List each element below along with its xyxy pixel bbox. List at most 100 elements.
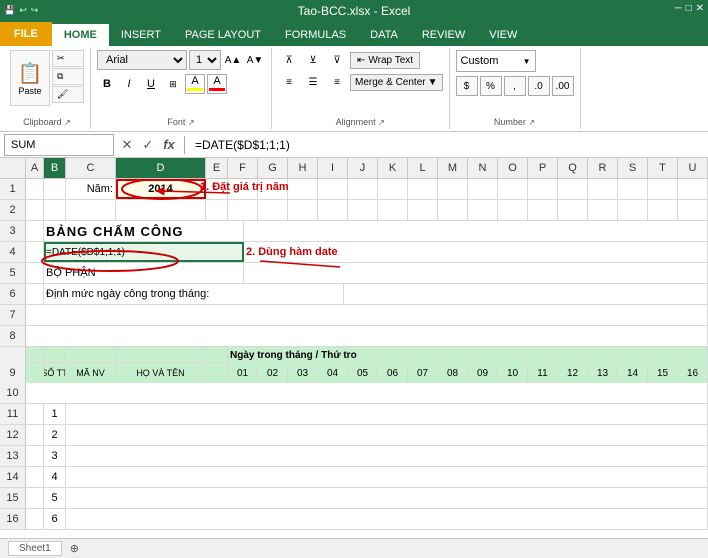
cell-R2[interactable] xyxy=(588,200,618,220)
font-expand-icon[interactable]: ↗ xyxy=(188,118,195,127)
cell-A13[interactable] xyxy=(26,446,44,466)
cell-M1[interactable] xyxy=(438,179,468,199)
col-header-E[interactable]: E xyxy=(206,158,228,178)
copy-button[interactable]: ⧉ xyxy=(52,68,84,85)
cell-P9[interactable]: 11 xyxy=(528,363,558,383)
cell-O9[interactable]: 10 xyxy=(498,363,528,383)
col-header-H[interactable]: H xyxy=(288,158,318,178)
col-header-N[interactable]: N xyxy=(468,158,498,178)
bold-button[interactable]: B xyxy=(97,74,117,94)
number-expand-icon[interactable]: ↗ xyxy=(528,118,535,127)
cell-N1[interactable] xyxy=(468,179,498,199)
cell-L9[interactable]: 07 xyxy=(408,363,438,383)
cell-O1[interactable] xyxy=(498,179,528,199)
col-header-C[interactable]: C xyxy=(66,158,116,178)
cell-U1[interactable] xyxy=(678,179,708,199)
col-header-D[interactable]: D xyxy=(116,158,206,178)
alignment-expand-icon[interactable]: ↗ xyxy=(378,118,385,127)
col-header-S[interactable]: S xyxy=(618,158,648,178)
increase-font-btn[interactable]: A▲ xyxy=(223,50,243,70)
tab-review[interactable]: REVIEW xyxy=(410,24,477,46)
font-name-select[interactable]: Arial xyxy=(97,50,187,70)
close-btn[interactable]: ✕ xyxy=(696,2,704,16)
cell-R9[interactable]: 13 xyxy=(588,363,618,383)
cell-G2[interactable] xyxy=(258,200,288,220)
cell-A11[interactable] xyxy=(26,404,44,424)
cell-M9[interactable]: 08 xyxy=(438,363,468,383)
cell-L2[interactable] xyxy=(408,200,438,220)
fx-button[interactable]: fx xyxy=(160,137,178,152)
cell-B15[interactable]: 5 xyxy=(44,488,66,508)
cell-I9[interactable]: 04 xyxy=(318,363,348,383)
underline-button[interactable]: U xyxy=(141,74,161,94)
number-format-box[interactable]: Custom ▼ xyxy=(456,50,536,72)
cell-B3[interactable]: BẢNG CHẤM CÔNG xyxy=(44,221,244,241)
col-header-K[interactable]: K xyxy=(378,158,408,178)
cell-N2[interactable] xyxy=(468,200,498,220)
cell-B12[interactable]: 2 xyxy=(44,425,66,445)
cut-button[interactable]: ✂ xyxy=(52,50,84,67)
cell-D1[interactable]: 2014 xyxy=(116,179,206,199)
tab-insert[interactable]: INSERT xyxy=(109,24,173,46)
cell-J2[interactable] xyxy=(348,200,378,220)
cell-J1[interactable] xyxy=(348,179,378,199)
col-header-A[interactable]: A xyxy=(26,158,44,178)
formula-input[interactable] xyxy=(191,136,704,154)
cell-T2[interactable] xyxy=(648,200,678,220)
cell-B4[interactable]: =DATE($D$1;1;1) xyxy=(44,242,244,262)
cell-H9[interactable]: 03 xyxy=(288,363,318,383)
merge-center-button[interactable]: Merge & Center ▼ xyxy=(350,74,443,91)
tab-data[interactable]: DATA xyxy=(358,24,410,46)
cell-S9[interactable]: 14 xyxy=(618,363,648,383)
currency-button[interactable]: $ xyxy=(456,76,478,96)
number-format-dropdown-icon[interactable]: ▼ xyxy=(523,57,531,66)
cell-H1[interactable] xyxy=(288,179,318,199)
cell-D9[interactable]: HỌ VÀ TÊN xyxy=(116,363,206,383)
comma-button[interactable]: , xyxy=(504,76,526,96)
cell-E9[interactable] xyxy=(206,363,228,383)
cell-D2[interactable] xyxy=(116,200,206,220)
align-top-right-button[interactable]: ⊽ xyxy=(326,50,348,70)
cell-I1[interactable] xyxy=(318,179,348,199)
align-top-left-button[interactable]: ⊼ xyxy=(278,50,300,70)
cell-A6[interactable] xyxy=(26,284,44,304)
col-header-I[interactable]: I xyxy=(318,158,348,178)
align-center-button[interactable]: ☰ xyxy=(302,72,324,92)
cell-B2[interactable] xyxy=(44,200,66,220)
merge-dropdown-icon[interactable]: ▼ xyxy=(428,77,438,88)
cell-A2[interactable] xyxy=(26,200,44,220)
cell-T1[interactable] xyxy=(648,179,678,199)
cell-K1[interactable] xyxy=(378,179,408,199)
cell-B11[interactable]: 1 xyxy=(44,404,66,424)
name-box[interactable] xyxy=(4,134,114,156)
cell-C1[interactable]: Năm: xyxy=(66,179,116,199)
cell-M2[interactable] xyxy=(438,200,468,220)
cell-H2[interactable] xyxy=(288,200,318,220)
cell-S2[interactable] xyxy=(618,200,648,220)
wrap-text-button[interactable]: ⇤ Wrap Text xyxy=(350,52,420,69)
decrease-decimal-button[interactable]: .00 xyxy=(552,76,574,96)
cell-A3[interactable] xyxy=(26,221,44,241)
format-painter-button[interactable]: 🖌 xyxy=(52,86,84,103)
maximize-btn[interactable]: □ xyxy=(686,2,692,16)
cell-E2[interactable] xyxy=(206,200,228,220)
cell-A5[interactable] xyxy=(26,263,44,283)
col-header-L[interactable]: L xyxy=(408,158,438,178)
cell-O2[interactable] xyxy=(498,200,528,220)
cell-B1[interactable] xyxy=(44,179,66,199)
fill-color-button[interactable]: A xyxy=(185,74,205,94)
cell-U9[interactable]: 16 xyxy=(678,363,708,383)
align-left-button[interactable]: ≡ xyxy=(278,72,300,92)
cell-U2[interactable] xyxy=(678,200,708,220)
cell-Q1[interactable] xyxy=(558,179,588,199)
tab-formulas[interactable]: FORMULAS xyxy=(273,24,358,46)
col-header-R[interactable]: R xyxy=(588,158,618,178)
align-right-button[interactable]: ≡ xyxy=(326,72,348,92)
cancel-formula-button[interactable]: ✕ xyxy=(118,137,136,153)
cell-P2[interactable] xyxy=(528,200,558,220)
col-header-Q[interactable]: Q xyxy=(558,158,588,178)
cell-G9[interactable]: 02 xyxy=(258,363,288,383)
confirm-formula-button[interactable]: ✓ xyxy=(139,137,157,153)
cell-R1[interactable] xyxy=(588,179,618,199)
increase-decimal-button[interactable]: .0 xyxy=(528,76,550,96)
